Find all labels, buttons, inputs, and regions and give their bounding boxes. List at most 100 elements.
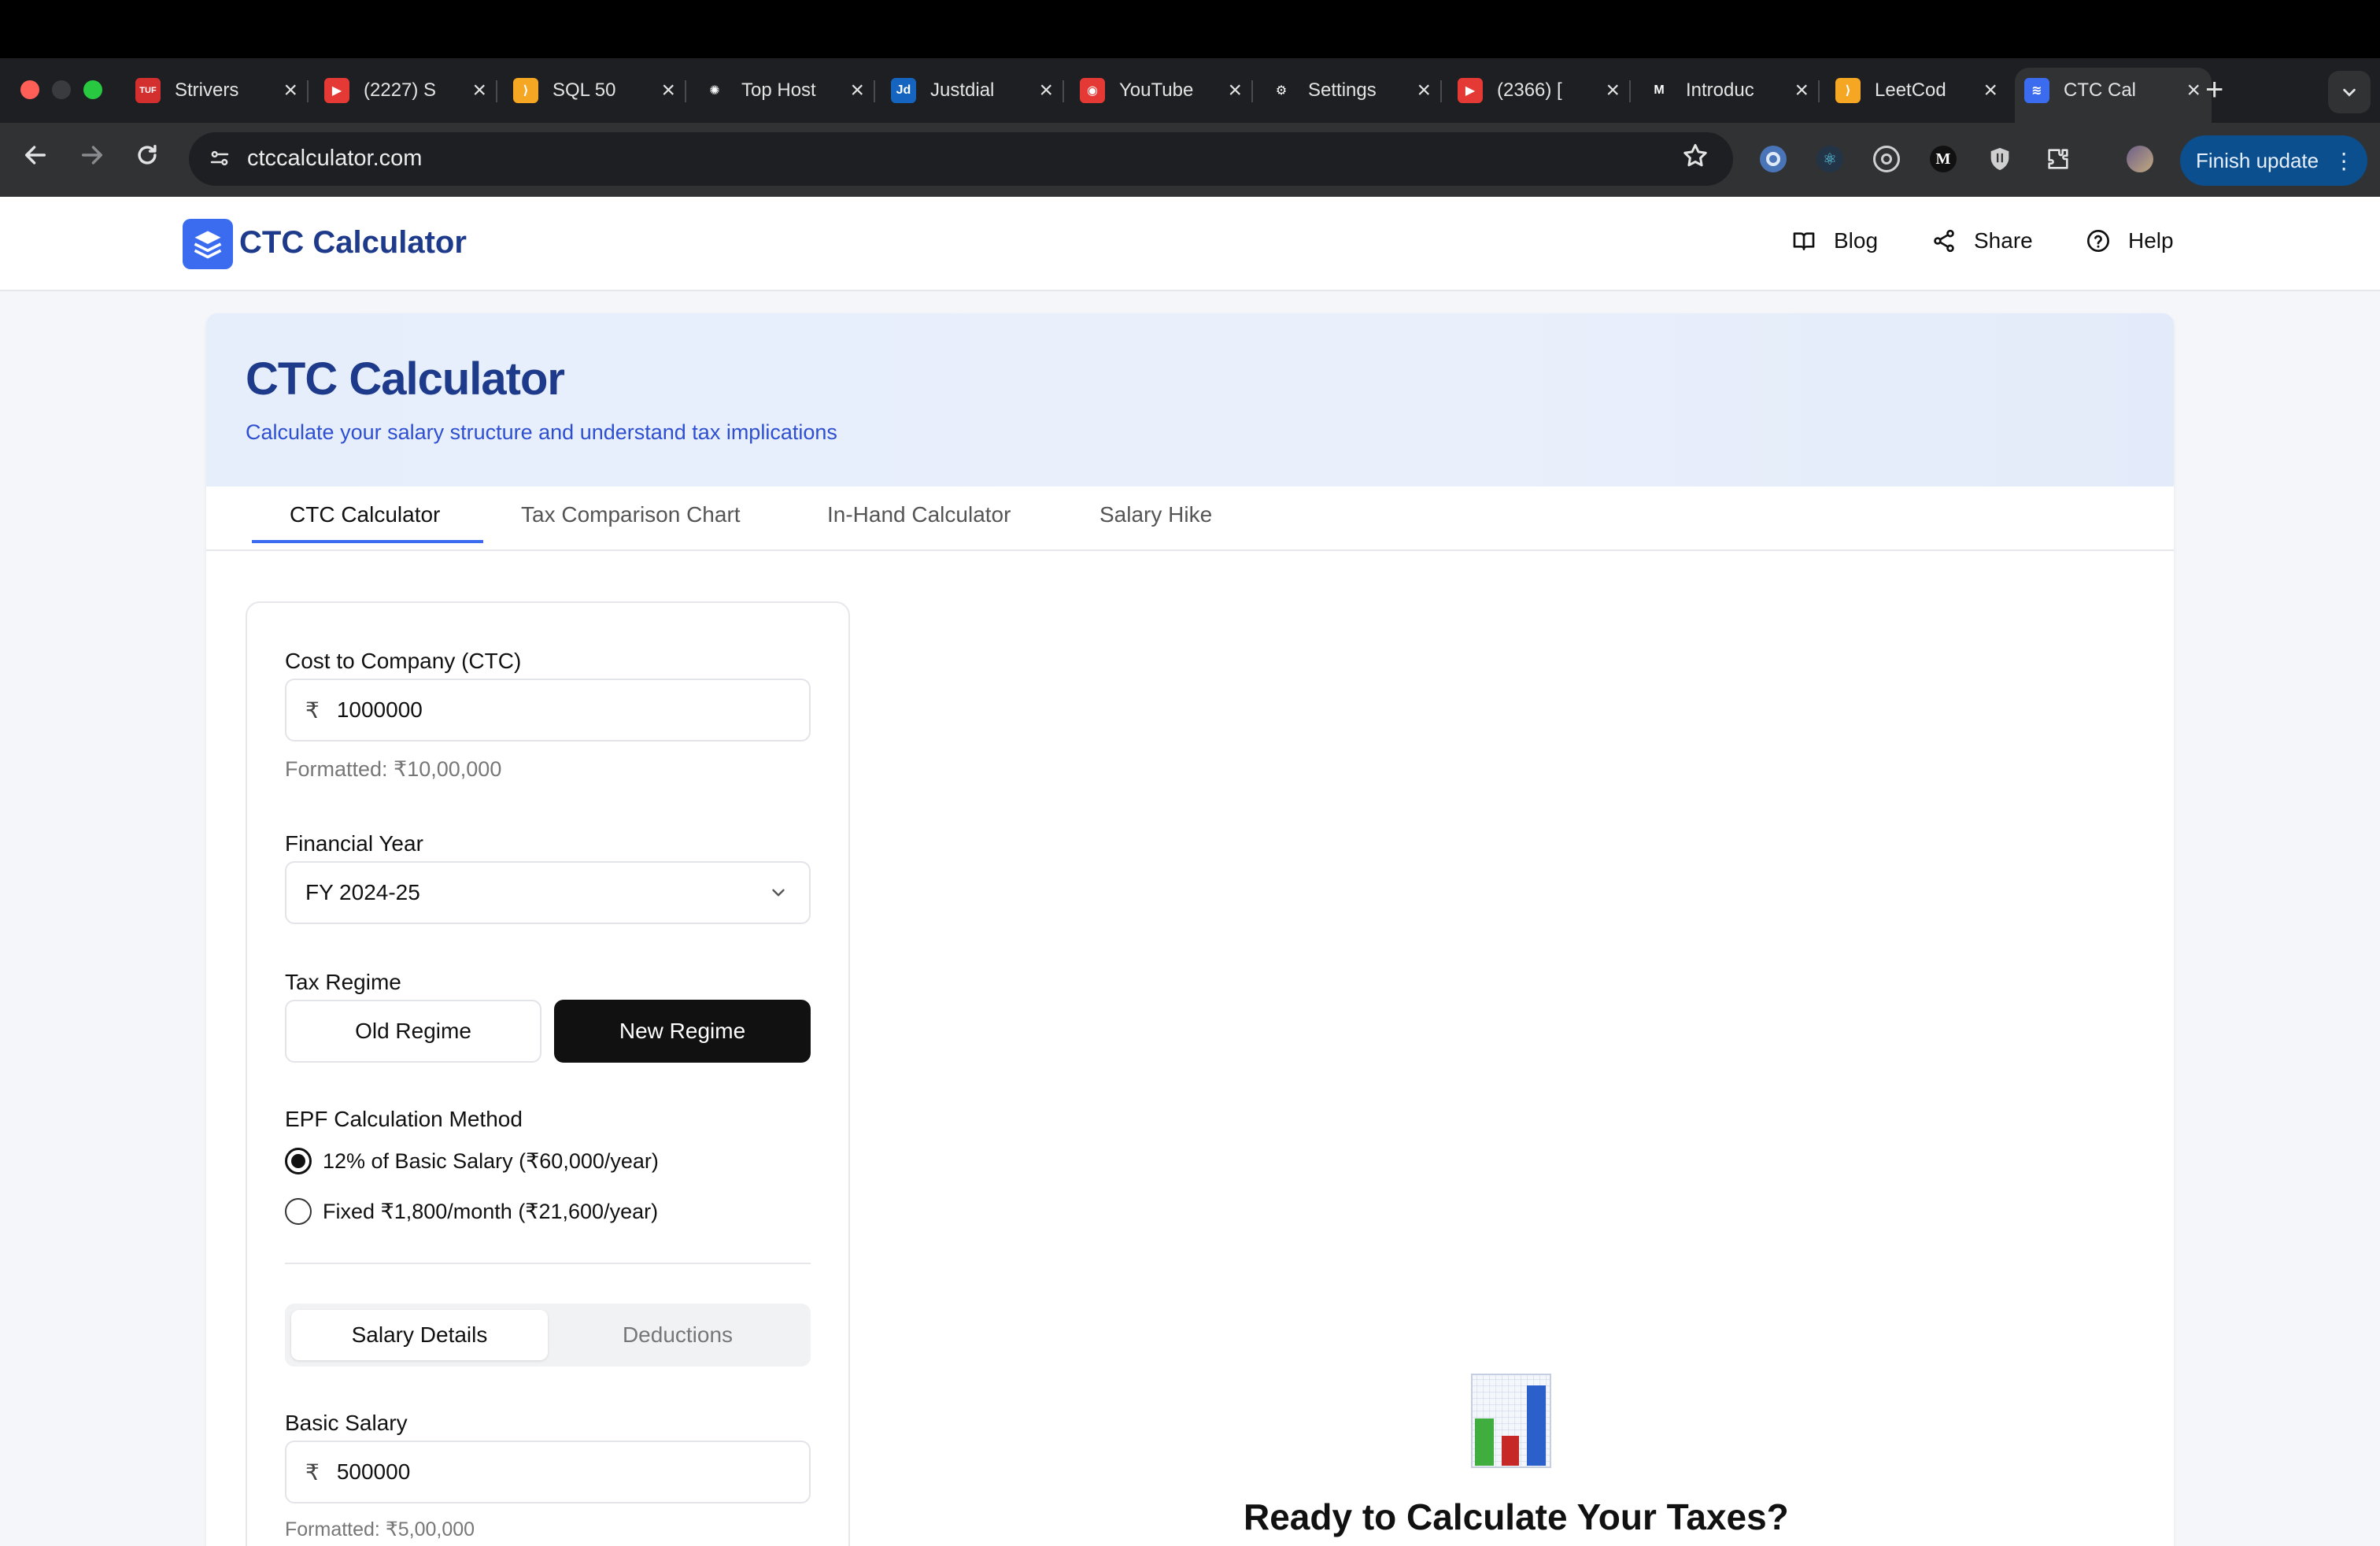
close-icon[interactable]: × [472, 79, 486, 102]
more-options-icon: ⋮ [2333, 148, 2356, 173]
ctc-input[interactable]: ₹ 1000000 [285, 679, 811, 742]
chevron-down-icon [772, 889, 785, 897]
blog-link[interactable]: Blog [1791, 228, 1878, 253]
reload-icon [138, 144, 157, 165]
salary-details-tab[interactable]: Salary Details [291, 1310, 548, 1360]
bookmark-star-icon[interactable] [1681, 142, 1709, 177]
site-info-icon[interactable] [208, 146, 231, 170]
new-regime-button[interactable]: New Regime [554, 1000, 811, 1063]
blog-label: Blog [1834, 228, 1879, 253]
close-icon[interactable]: × [661, 79, 675, 102]
browser-tab[interactable]: ⚙ Settings × [1259, 68, 1442, 113]
tab-tax-comparison-chart[interactable]: Tax Comparison Chart [521, 502, 741, 527]
browser-tab-label: (2366) [ [1497, 80, 1562, 101]
window-zoom-button[interactable] [83, 80, 102, 99]
basic-salary-formatted: Formatted: ₹5,00,000 [285, 1518, 475, 1540]
url-text[interactable]: ctccalculator.com [247, 146, 422, 172]
browser-tab[interactable]: TUF Strivers × [126, 68, 309, 113]
openai-icon: ✺ [709, 84, 720, 98]
tab-in-hand-calculator[interactable]: In-Hand Calculator [827, 502, 1011, 527]
page-subtitle: Calculate your salary structure and unde… [246, 420, 837, 444]
basic-salary-input-value: 500000 [336, 1459, 411, 1484]
forward-button[interactable] [79, 142, 105, 173]
browser-tab[interactable]: ✺ Top Host × [693, 68, 875, 113]
arrow-right-icon [81, 146, 103, 165]
rupee-icon: ₹ [305, 697, 320, 723]
deductions-tab[interactable]: Deductions [549, 1310, 806, 1360]
logo-text[interactable]: CTC Calculator [239, 225, 467, 261]
old-regime-button[interactable]: Old Regime [285, 1000, 541, 1063]
financial-year-select[interactable]: FY 2024-25 [285, 861, 811, 924]
shield-extension-icon[interactable] [1986, 146, 2013, 172]
close-icon[interactable]: × [1228, 79, 1242, 102]
tab-search-button[interactable] [2328, 71, 2371, 113]
leetcode-icon: ⟩ [513, 78, 538, 103]
close-icon[interactable]: × [1417, 79, 1431, 102]
logo-icon[interactable] [183, 219, 233, 269]
ctc-label: Cost to Company (CTC) [285, 649, 522, 673]
basic-salary-input[interactable]: ₹ 500000 [285, 1441, 811, 1503]
medium-icon: M [1654, 83, 1665, 97]
tab-salary-hike[interactable]: Salary Hike [1099, 502, 1212, 527]
back-button[interactable] [22, 142, 49, 173]
active-tab-indicator [252, 540, 483, 543]
window-minimize-button[interactable] [52, 80, 71, 99]
close-icon[interactable]: × [2186, 79, 2201, 102]
close-icon[interactable]: × [850, 79, 864, 102]
browser-tab[interactable]: ▶ (2366) [ × [1448, 68, 1631, 113]
financial-year-label: Financial Year [285, 831, 423, 856]
radio-unselected[interactable] [285, 1198, 312, 1225]
epf-option-percentage-label: 12% of Basic Salary (₹60,000/year) [323, 1148, 659, 1173]
browser-tab[interactable]: M Introduc × [1637, 68, 1820, 113]
browser-tab[interactable]: ▶ (2227) S × [315, 68, 497, 113]
finish-update-button[interactable]: Finish update ⋮ [2180, 135, 2367, 186]
browser-tab[interactable]: ◉ YouTube × [1070, 68, 1253, 113]
finish-update-label: Finish update [2196, 148, 2319, 172]
help-link[interactable]: Help [2086, 228, 2174, 253]
browser-tab[interactable]: ≋ CTC Cal × [2015, 68, 2212, 123]
extension-1-icon[interactable] [1760, 146, 1787, 172]
ctc-input-value: 1000000 [336, 697, 423, 722]
profile-avatar[interactable] [2127, 146, 2153, 172]
target-extension-icon[interactable] [1873, 146, 1900, 172]
browser-tab-label: YouTube [1119, 80, 1194, 101]
browser-tab-label: Introduc [1686, 80, 1754, 101]
close-icon[interactable]: × [283, 79, 298, 102]
bar-chart-icon [1470, 1373, 1552, 1469]
browser-tab[interactable]: Jd Justdial × [881, 68, 1064, 113]
macos-menubar [0, 0, 2380, 58]
arrow-left-icon [24, 146, 46, 165]
epf-option-fixed[interactable]: Fixed ₹1,800/month (₹21,600/year) [285, 1198, 658, 1225]
epf-method-label: EPF Calculation Method [285, 1107, 523, 1131]
tab-ctc-calculator[interactable]: CTC Calculator [290, 502, 440, 527]
radio-selected[interactable] [285, 1148, 312, 1174]
browser-tab-label: Strivers [175, 80, 239, 101]
close-icon[interactable]: × [1983, 79, 1998, 102]
browser-tab-label: Settings [1308, 80, 1377, 101]
tab-separator [685, 80, 686, 102]
youtube-icon: ▶ [324, 78, 349, 103]
medium-extension-icon[interactable]: M [1930, 146, 1957, 172]
window-close-button[interactable] [20, 80, 39, 99]
new-tab-button[interactable]: + [2205, 72, 2223, 108]
chevron-down-icon [2343, 88, 2356, 97]
react-devtools-icon[interactable]: ⚛ [1816, 146, 1843, 172]
share-link[interactable]: Share [1931, 228, 2033, 253]
empty-state-heading: Ready to Calculate Your Taxes? [1244, 1496, 1789, 1537]
close-icon[interactable]: × [1039, 79, 1053, 102]
tab-separator [1062, 80, 1064, 102]
settings-icon: ⚙ [1275, 84, 1288, 98]
browser-tab[interactable]: ⟩ SQL 50 × [504, 68, 686, 113]
tab-separator [496, 80, 497, 102]
close-icon[interactable]: × [1794, 79, 1809, 102]
browser-tab[interactable]: ⟩ LeetCod × [1826, 68, 2009, 113]
help-label: Help [2128, 228, 2174, 253]
tab-separator [874, 80, 875, 102]
youtube-icon: ▶ [1458, 78, 1483, 103]
justdial-icon: Jd [891, 78, 916, 103]
extensions-puzzle-icon[interactable] [2045, 146, 2071, 172]
epf-option-percentage[interactable]: 12% of Basic Salary (₹60,000/year) [285, 1148, 659, 1174]
reload-button[interactable] [134, 142, 161, 173]
divider [285, 1263, 811, 1264]
close-icon[interactable]: × [1606, 79, 1620, 102]
